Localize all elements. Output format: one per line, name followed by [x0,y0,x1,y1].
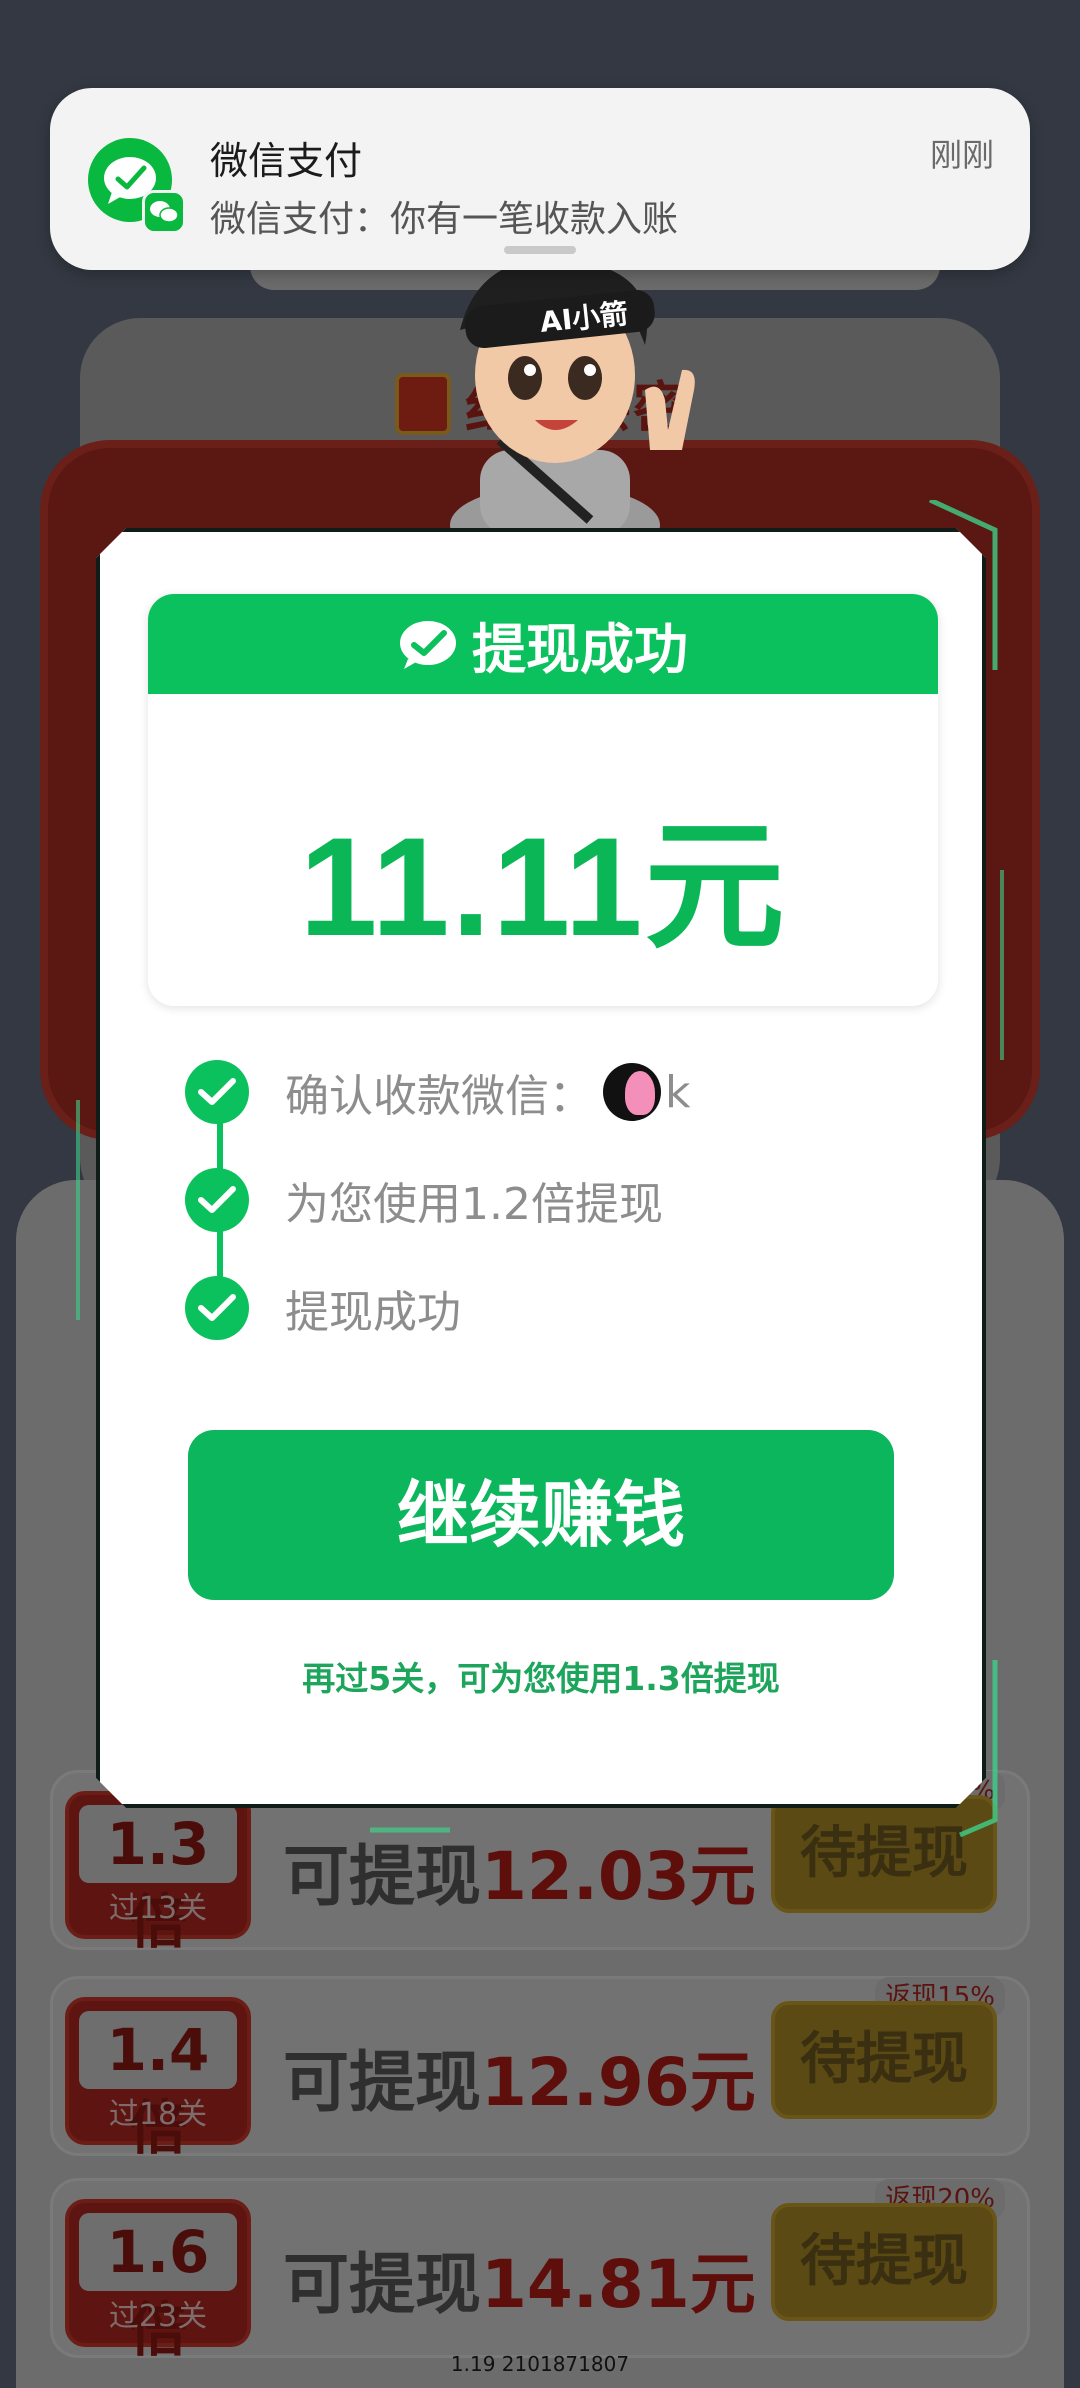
withdraw-amount-value: 11.11元 [299,808,787,965]
avatar [603,1063,661,1121]
pending-withdraw-button[interactable]: 待提现 [771,2001,997,2119]
check-icon [185,1276,249,1340]
notification-time: 刚刚 [929,136,994,174]
withdraw-label: 可提现 [283,2044,481,2121]
multiplier-value: 1.3倍 [79,1805,237,1956]
notification-title: 微信支付 [210,139,363,183]
multiplier-tag: 1.3倍 过13关 [65,1791,251,1956]
version-footer: 1.19 2101871807 [450,2352,630,2376]
check-icon [185,1168,249,1232]
wechat-badge-icon [142,190,186,234]
next-milestone-hint: 再过5关，可为您使用1.3倍提现 [302,1659,780,1698]
withdraw-value: 12.03元 [481,1838,756,1915]
multiplier-value: 1.4倍 [79,2011,237,2162]
account-name: k [665,1066,691,1118]
multiplier-value: 1.6倍 [79,2213,237,2364]
withdraw-label: 可提现 [283,2246,481,2323]
step-label: 确认收款微信： [285,1071,593,1122]
step-text: 确认收款微信： k [285,1060,690,1124]
wechat-pay-icon [400,621,456,669]
level-requirement: 过18关 [108,2097,208,2132]
pending-withdraw-button[interactable]: 待提现 [771,2203,997,2321]
notification-drag-handle[interactable] [504,246,576,254]
level-requirement: 过23关 [108,2299,208,2334]
withdraw-amount: 可提现12.03元 [283,1823,756,1919]
level-requirement: 过13关 [108,1891,208,1926]
withdraw-value: 14.81元 [481,2246,756,2323]
wechat-pay-notification[interactable]: 微信支付 微信支付：你有一笔收款入账 刚刚 [50,88,1030,270]
continue-earning-button[interactable]: 继续赚钱 [188,1430,894,1600]
multiplier-tag: 1.6倍 过23关 [65,2199,251,2364]
multiplier-tag: 1.4倍 过18关 [65,1997,251,2162]
notification-message: 微信支付：你有一笔收款入账 [210,199,679,240]
amount-card: 提现成功 11.11元 [148,594,938,1006]
screen: 红包亲密 返现10% 1.3倍 过13关 可提现12.03元 待提现 返现15%… [0,0,1080,2388]
withdraw-label: 可提现 [283,1838,481,1915]
step-complete: 提现成功 [185,1276,461,1340]
pending-withdraw-button[interactable]: 待提现 [771,1795,997,1913]
withdraw-amount: 可提现12.96元 [283,2029,756,2125]
step-text: 提现成功 [285,1287,461,1338]
mascot-illustration: AI小箭 [450,258,695,535]
card-header-title: 提现成功 [472,617,688,681]
step-text: 为您使用1.2倍提现 [285,1179,663,1230]
withdraw-amount: 可提现14.81元 [283,2231,756,2327]
withdraw-success-modal: 提现成功 11.11元 确认收款微信： k 为您使用1.2倍提现 提现成功 继续… [96,528,986,1808]
list-item[interactable]: 返现20% 1.6倍 过23关 可提现14.81元 待提现 [50,2178,1030,2364]
card-header: 提现成功 [148,594,938,694]
step-multiplier: 为您使用1.2倍提现 [185,1168,663,1232]
list-item[interactable]: 返现15% 1.4倍 过18关 可提现12.96元 待提现 [50,1976,1030,2162]
withdraw-value: 12.96元 [481,2044,756,2121]
check-icon [185,1060,249,1124]
step-confirm-account: 确认收款微信： k [185,1060,690,1124]
